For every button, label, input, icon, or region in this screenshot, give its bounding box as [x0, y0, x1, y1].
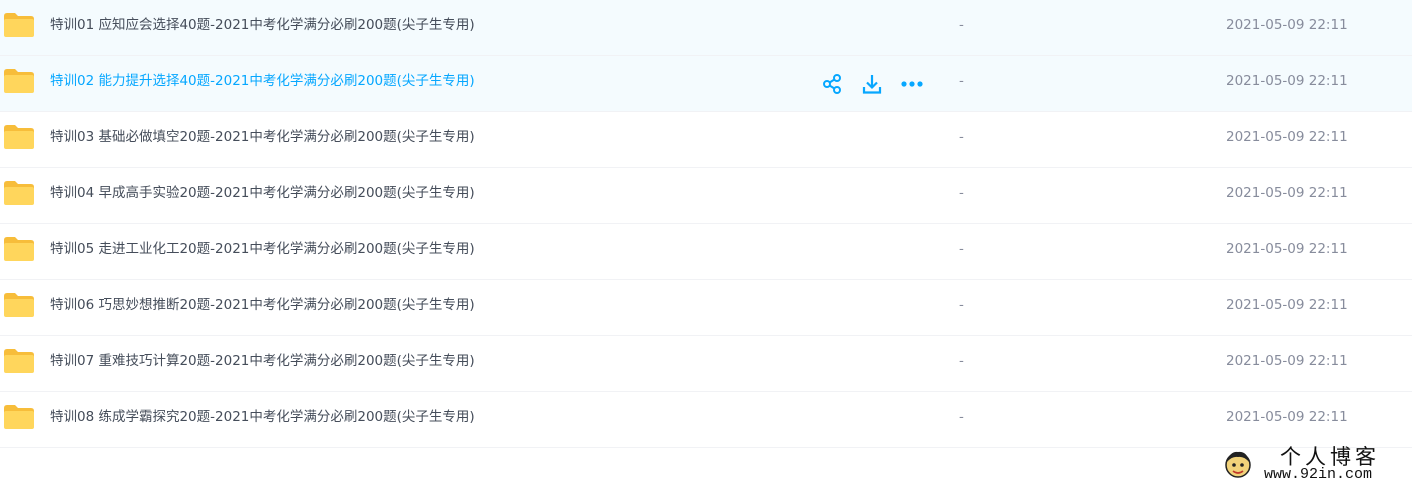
- folder-icon: [4, 181, 34, 205]
- file-size: -: [959, 353, 964, 369]
- folder-icon: [4, 237, 34, 261]
- file-modified-date: 2021-05-09 22:11: [1226, 241, 1348, 257]
- folder-icon: [4, 293, 34, 317]
- file-name[interactable]: 特训03 基础必做填空20题-2021中考化学满分必刷200题(尖子生专用): [50, 112, 475, 167]
- file-modified-date: 2021-05-09 22:11: [1226, 185, 1348, 201]
- file-name[interactable]: 特训07 重难技巧计算20题-2021中考化学满分必刷200题(尖子生专用): [50, 336, 475, 391]
- file-size: -: [959, 409, 964, 425]
- folder-icon: [4, 125, 34, 149]
- watermark-url: www.92in.com: [1264, 466, 1373, 483]
- file-size: -: [959, 129, 964, 145]
- folder-icon: [4, 405, 34, 429]
- folder-icon: [4, 13, 34, 37]
- file-name[interactable]: 特训06 巧思妙想推断20题-2021中考化学满分必刷200题(尖子生专用): [50, 280, 475, 335]
- file-modified-date: 2021-05-09 22:11: [1226, 353, 1348, 369]
- share-icon[interactable]: [820, 72, 844, 96]
- avatar-icon: [1225, 451, 1251, 478]
- file-row[interactable]: 特训06 巧思妙想推断20题-2021中考化学满分必刷200题(尖子生专用) -…: [0, 280, 1412, 336]
- file-size: -: [959, 73, 964, 89]
- file-row[interactable]: 特训04 早成高手实验20题-2021中考化学满分必刷200题(尖子生专用) -…: [0, 168, 1412, 224]
- file-size: -: [959, 241, 964, 257]
- file-row[interactable]: 特训08 练成学霸探究20题-2021中考化学满分必刷200题(尖子生专用) -…: [0, 392, 1412, 448]
- file-row[interactable]: 特训07 重难技巧计算20题-2021中考化学满分必刷200题(尖子生专用) -…: [0, 336, 1412, 392]
- file-size: -: [959, 297, 964, 313]
- file-size: -: [959, 17, 964, 33]
- file-name[interactable]: 特训04 早成高手实验20题-2021中考化学满分必刷200题(尖子生专用): [50, 168, 475, 223]
- folder-icon: [4, 349, 34, 373]
- file-modified-date: 2021-05-09 22:11: [1226, 409, 1348, 425]
- row-actions: [820, 72, 924, 96]
- file-row[interactable]: 特训03 基础必做填空20题-2021中考化学满分必刷200题(尖子生专用) -…: [0, 112, 1412, 168]
- file-name[interactable]: 特训02 能力提升选择40题-2021中考化学满分必刷200题(尖子生专用): [50, 56, 475, 111]
- file-size: -: [959, 185, 964, 201]
- file-list: 特训01 应知应会选择40题-2021中考化学满分必刷200题(尖子生专用) -…: [0, 0, 1412, 448]
- file-modified-date: 2021-05-09 22:11: [1226, 17, 1348, 33]
- folder-icon: [4, 69, 34, 93]
- file-row[interactable]: 特训02 能力提升选择40题-2021中考化学满分必刷200题(尖子生专用) -…: [0, 56, 1412, 112]
- file-modified-date: 2021-05-09 22:11: [1226, 129, 1348, 145]
- file-name[interactable]: 特训05 走进工业化工20题-2021中考化学满分必刷200题(尖子生专用): [50, 224, 475, 279]
- file-modified-date: 2021-05-09 22:11: [1226, 297, 1348, 313]
- download-icon[interactable]: [860, 72, 884, 96]
- file-row[interactable]: 特训05 走进工业化工20题-2021中考化学满分必刷200题(尖子生专用) -…: [0, 224, 1412, 280]
- file-row[interactable]: 特训01 应知应会选择40题-2021中考化学满分必刷200题(尖子生专用) -…: [0, 0, 1412, 56]
- watermark: 个人博客 www.92in.com: [1212, 441, 1408, 485]
- more-icon[interactable]: [900, 72, 924, 96]
- file-name[interactable]: 特训01 应知应会选择40题-2021中考化学满分必刷200题(尖子生专用): [50, 0, 475, 55]
- file-name[interactable]: 特训08 练成学霸探究20题-2021中考化学满分必刷200题(尖子生专用): [50, 392, 475, 447]
- file-modified-date: 2021-05-09 22:11: [1226, 73, 1348, 89]
